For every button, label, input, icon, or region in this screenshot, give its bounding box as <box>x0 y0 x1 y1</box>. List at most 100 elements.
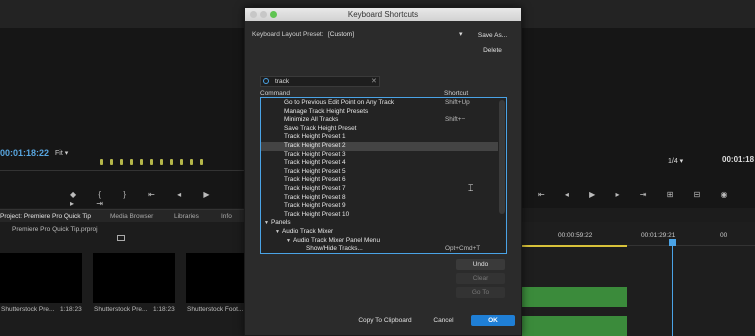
shortcut-label: Opt+Cmd+T <box>445 245 481 253</box>
clip-label: Shutterstock Pre... <box>1 306 55 313</box>
list-item[interactable]: Track Height Preset 5 <box>261 168 498 177</box>
column-header-command[interactable]: Command <box>260 90 290 97</box>
command-label: Track Height Preset 9 <box>284 202 346 210</box>
search-icon <box>263 78 269 84</box>
playhead[interactable] <box>672 240 673 336</box>
shortcut-label: Shift+− <box>445 116 466 124</box>
timeline-tick: 00 <box>720 232 728 239</box>
clip-label: Shutterstock Foot... <box>187 306 244 313</box>
keyboard-shortcuts-dialog: Keyboard Shortcuts Keyboard Layout Prese… <box>244 7 522 336</box>
dialog-titlebar[interactable]: Keyboard Shortcuts <box>245 8 521 21</box>
monitor-ruler[interactable] <box>0 170 245 178</box>
list-item[interactable]: Save Track Height Preset <box>261 125 498 134</box>
project-panel-tabs: Project: Premiere Pro Quick Tip Media Br… <box>0 209 245 222</box>
command-label: Track Height Preset 10 <box>284 210 350 218</box>
command-label: Track Height Preset 1 <box>284 133 346 141</box>
command-label: Audio Track Mixer <box>282 228 334 235</box>
command-label: Go to Previous Edit Point on Any Track <box>284 99 395 106</box>
tab-info[interactable]: Info <box>221 213 232 220</box>
list-item-selected[interactable]: Track Height Preset 2 <box>261 142 498 151</box>
program-timecode[interactable]: 00:01:18:22 <box>0 148 49 158</box>
command-label: Panels <box>271 219 291 227</box>
source-monitor <box>522 28 755 208</box>
save-as-button[interactable]: Save As... <box>472 30 513 41</box>
command-label: Track Height Preset 5 <box>284 167 346 175</box>
list-item[interactable]: Track Height Preset 7 <box>261 185 498 194</box>
delete-button[interactable]: Delete <box>472 45 513 56</box>
copy-to-clipboard-button[interactable]: Copy To Clipboard <box>354 315 416 326</box>
command-label: Show/Hide Tracks... <box>306 245 363 253</box>
search-input[interactable]: track ✕ <box>260 76 380 87</box>
list-scrollbar[interactable] <box>499 100 505 214</box>
command-label: Minimize All Tracks <box>284 116 339 124</box>
minimize-window-button[interactable] <box>260 11 267 18</box>
dialog-title: Keyboard Shortcuts <box>347 10 419 19</box>
list-item[interactable]: Track Height Preset 6 <box>261 176 498 185</box>
list-item[interactable]: Track Height Preset 3 <box>261 151 498 160</box>
command-label: Track Height Preset 6 <box>284 176 346 184</box>
disclosure-triangle-icon[interactable]: ▼ <box>286 237 293 246</box>
preset-label: Keyboard Layout Preset: <box>252 31 324 38</box>
list-item[interactable]: Track Height Preset 9 <box>261 202 498 211</box>
go-to-button[interactable]: Go To <box>456 287 505 298</box>
audio-clip[interactable] <box>522 287 627 307</box>
zoom-window-button[interactable] <box>270 11 277 18</box>
command-label: Track Height Preset 3 <box>284 150 346 158</box>
tab-libraries[interactable]: Libraries <box>174 213 199 220</box>
list-item[interactable]: Show/Hide Tracks... Opt+Cmd+T <box>261 245 498 253</box>
command-label: Track Height Preset 2 <box>284 142 346 149</box>
list-item[interactable]: ▼ Audio Track Mixer <box>261 228 498 237</box>
clip-thumbnail[interactable] <box>0 253 82 303</box>
clip-label: Shutterstock Pre... <box>94 306 148 313</box>
list-item[interactable]: Minimize All Tracks Shift+− <box>261 116 498 125</box>
chevron-down-icon[interactable]: ▾ <box>459 30 463 38</box>
program-monitor <box>0 28 245 208</box>
bin-icon[interactable] <box>117 235 125 241</box>
search-value: track <box>275 78 290 85</box>
audio-clip[interactable] <box>522 316 627 336</box>
source-timecode[interactable]: 00:01:18 <box>722 155 754 164</box>
source-transport-controls[interactable]: ⇤ ◂ ▶ ▸ ⇥ ⊞ ⊟ ◉ <box>538 190 748 202</box>
clear-search-icon[interactable]: ✕ <box>371 77 377 85</box>
command-label: Track Height Preset 8 <box>284 193 346 201</box>
timeline-tick: 00:01:29:21 <box>641 232 676 239</box>
clip-thumbnail[interactable] <box>93 253 175 303</box>
program-transport-controls[interactable]: ◆ { } ⇤ ◂ ▶ ▸ ⇥ <box>70 190 245 208</box>
playhead-handle[interactable] <box>669 239 676 246</box>
cancel-button[interactable]: Cancel <box>430 315 457 326</box>
list-item[interactable]: Go to Previous Edit Point on Any Track Sh… <box>261 99 498 108</box>
clip-duration: 1:18:23 <box>153 306 175 313</box>
shortcut-label: Shift+Up <box>445 99 470 106</box>
list-item[interactable]: Track Height Preset 1 <box>261 133 498 142</box>
close-window-button[interactable] <box>250 11 257 18</box>
list-item[interactable]: Track Height Preset 4 <box>261 159 498 168</box>
work-area-bar[interactable] <box>522 245 627 247</box>
mouse-cursor-icon: ⌶ <box>468 183 474 193</box>
clip-thumbnail[interactable] <box>186 253 244 303</box>
list-item[interactable]: ▼ Audio Track Mixer Panel Menu <box>261 237 498 246</box>
marker-strip <box>100 159 245 169</box>
command-label: Audio Track Mixer Panel Menu <box>293 236 381 244</box>
tab-media-browser[interactable]: Media Browser <box>110 213 153 220</box>
command-label: Manage Track Height Presets <box>284 107 369 115</box>
tab-project[interactable]: Project: Premiere Pro Quick Tip <box>0 213 91 220</box>
list-item[interactable]: Manage Track Height Presets <box>261 108 498 117</box>
timeline-tick: 00:00:59:22 <box>558 232 593 239</box>
column-header-shortcut[interactable]: Shortcut <box>444 90 468 97</box>
list-item[interactable]: Track Height Preset 10 <box>261 211 498 220</box>
project-file-name: Premiere Pro Quick Tip.prproj <box>12 226 98 233</box>
list-item[interactable]: ▼ Panels <box>261 219 498 228</box>
clear-button[interactable]: Clear <box>456 273 505 284</box>
ok-button[interactable]: OK <box>471 315 515 326</box>
command-label: Track Height Preset 4 <box>284 159 346 167</box>
zoom-label: 1/4 <box>668 158 678 165</box>
command-label: Track Height Preset 7 <box>284 185 346 192</box>
disclosure-triangle-icon[interactable]: ▼ <box>275 228 282 237</box>
disclosure-triangle-icon[interactable]: ▼ <box>264 219 271 228</box>
zoom-dropdown[interactable]: 1/4 ▾ <box>668 157 683 165</box>
fit-dropdown[interactable]: Fit ▾ <box>55 149 68 157</box>
undo-button[interactable]: Undo <box>456 259 505 270</box>
list-item[interactable]: Track Height Preset 8 <box>261 194 498 203</box>
preset-dropdown-value[interactable]: [Custom] <box>328 31 354 38</box>
command-list[interactable]: Go to Previous Edit Point on Any Track Sh… <box>260 97 507 254</box>
